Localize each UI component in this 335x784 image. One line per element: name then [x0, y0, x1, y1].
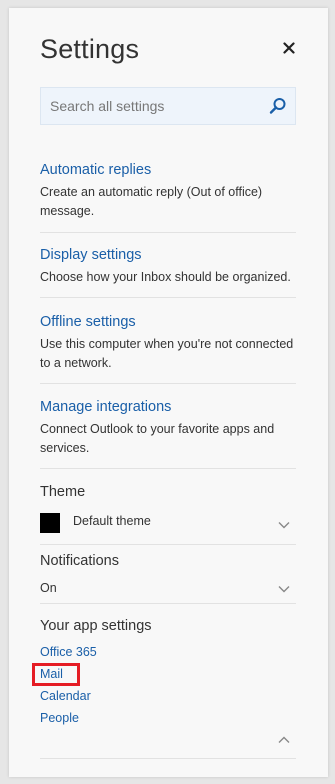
notifications-value: On — [40, 581, 57, 595]
section-theme[interactable]: Theme Default theme — [40, 484, 296, 545]
section-app-settings: Your app settings Office 365 Mail Calend… — [40, 618, 296, 759]
app-settings-label: Your app settings — [40, 618, 152, 634]
chevron-down-icon[interactable] — [277, 518, 291, 532]
display-settings-description: Choose how your Inbox should be organize… — [40, 270, 291, 284]
close-icon — [283, 42, 295, 54]
settings-panel: Settings Automatic replies Create an aut… — [9, 8, 328, 777]
app-link-office365[interactable]: Office 365 — [40, 645, 97, 659]
manage-integrations-link[interactable]: Manage integrations — [40, 399, 296, 415]
mail-highlight-box — [32, 663, 80, 686]
automatic-replies-link[interactable]: Automatic replies — [40, 162, 296, 178]
settings-window: Settings Automatic replies Create an aut… — [0, 0, 335, 784]
chevron-up-icon[interactable] — [277, 733, 291, 747]
automatic-replies-description: Create an automatic reply (Out of office… — [40, 185, 263, 218]
section-notifications[interactable]: Notifications On — [40, 553, 296, 604]
panel-title: Settings — [40, 34, 140, 64]
theme-label: Theme — [40, 484, 86, 500]
search-box — [40, 87, 296, 125]
notifications-label: Notifications — [40, 553, 119, 569]
section-manage-integrations: Manage integrations Connect Outlook to y… — [40, 399, 296, 469]
search-input[interactable] — [50, 88, 270, 124]
close-button[interactable] — [279, 38, 299, 58]
theme-swatch — [40, 513, 60, 533]
section-display-settings: Display settings Choose how your Inbox s… — [40, 247, 296, 298]
chevron-down-icon[interactable] — [277, 582, 291, 596]
offline-settings-link[interactable]: Offline settings — [40, 314, 296, 330]
app-link-calendar[interactable]: Calendar — [40, 689, 91, 703]
search-icon[interactable] — [269, 97, 287, 115]
display-settings-link[interactable]: Display settings — [40, 247, 296, 263]
app-link-people[interactable]: People — [40, 711, 79, 725]
section-offline-settings: Offline settings Use this computer when … — [40, 314, 296, 384]
section-automatic-replies: Automatic replies Create an automatic re… — [40, 162, 296, 233]
offline-settings-description: Use this computer when you're not connec… — [40, 337, 294, 370]
manage-integrations-description: Connect Outlook to your favorite apps an… — [40, 422, 275, 455]
theme-value: Default theme — [73, 514, 151, 528]
